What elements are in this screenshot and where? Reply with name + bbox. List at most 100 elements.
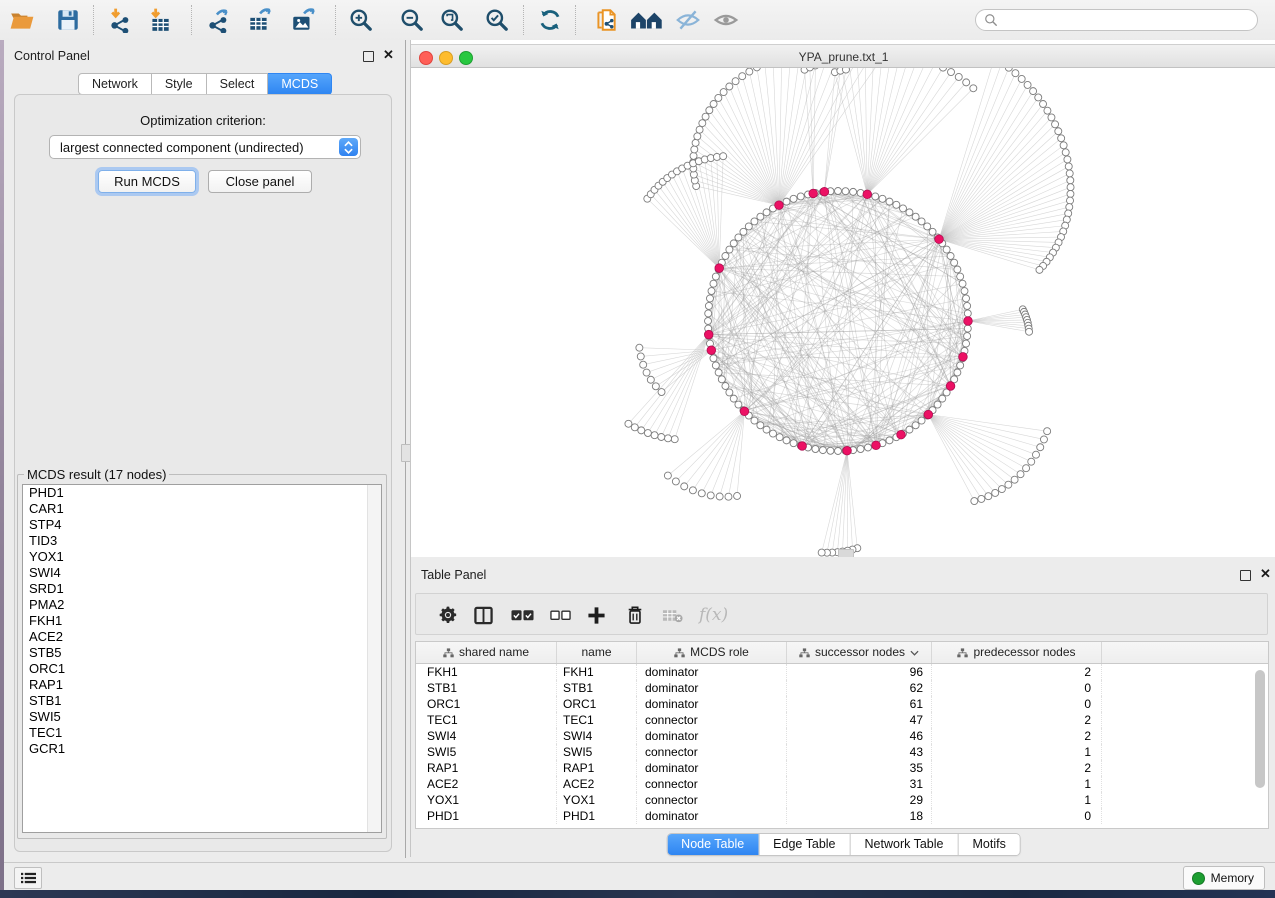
table-scrollbar[interactable] xyxy=(1254,666,1266,826)
mcds-result-item[interactable]: STB1 xyxy=(23,693,381,709)
table-cell: RAP1 xyxy=(557,760,637,776)
task-history-button[interactable] xyxy=(14,867,42,889)
column-header-predecessor-nodes[interactable]: predecessor nodes xyxy=(932,642,1102,663)
memory-button[interactable]: Memory xyxy=(1183,866,1265,890)
table-cell: FKH1 xyxy=(416,664,557,680)
mcds-result-item[interactable]: GCR1 xyxy=(23,741,381,757)
mcds-result-item[interactable]: STP4 xyxy=(23,517,381,533)
mcds-result-item[interactable]: TID3 xyxy=(23,533,381,549)
mcds-result-item[interactable]: SWI4 xyxy=(23,565,381,581)
mcds-result-item[interactable]: RAP1 xyxy=(23,677,381,693)
tab-select[interactable]: Select xyxy=(207,73,269,95)
toolbar-separator xyxy=(335,5,336,35)
search-icon xyxy=(984,13,998,27)
column-header-mcds-role[interactable]: MCDS role xyxy=(637,642,787,663)
refresh-view-icon[interactable] xyxy=(536,6,564,34)
zoom-selected-icon[interactable] xyxy=(483,6,511,34)
table-row[interactable]: SWI4SWI4dominator462 xyxy=(416,728,1268,744)
tab-network-table[interactable]: Network Table xyxy=(850,834,958,855)
mcds-list-scrollbar[interactable] xyxy=(367,485,381,832)
criterion-value: largest connected component (undirected) xyxy=(60,140,304,155)
zoom-out-icon[interactable] xyxy=(398,6,426,34)
hide-selected-icon[interactable] xyxy=(674,6,702,34)
export-image-icon[interactable] xyxy=(289,6,317,34)
mcds-result-item[interactable]: STB5 xyxy=(23,645,381,661)
mcds-result-item[interactable]: SRD1 xyxy=(23,581,381,597)
delete-column-icon[interactable] xyxy=(626,603,644,627)
table-cell-filler xyxy=(1102,760,1268,776)
close-panel-icon[interactable]: ✕ xyxy=(383,50,394,60)
import-table-icon[interactable] xyxy=(146,6,174,34)
function-builder-icon[interactable]: f(x) xyxy=(699,603,728,627)
column-header-successor-nodes[interactable]: successor nodes xyxy=(787,642,932,663)
table-cell-filler xyxy=(1102,776,1268,792)
search-field[interactable] xyxy=(975,9,1258,31)
table-scrollbar-thumb[interactable] xyxy=(1255,670,1265,788)
close-panel-icon[interactable]: ✕ xyxy=(1260,569,1271,579)
column-header-shared-name[interactable]: shared name xyxy=(416,642,557,663)
mcds-result-item[interactable]: TEC1 xyxy=(23,725,381,741)
deselect-all-icon[interactable] xyxy=(550,603,571,627)
mcds-result-list[interactable]: PHD1CAR1STP4TID3YOX1SWI4SRD1PMA2FKH1ACE2… xyxy=(22,484,382,833)
mcds-result-item[interactable]: CAR1 xyxy=(23,501,381,517)
network-canvas[interactable] xyxy=(411,68,1275,557)
table-row[interactable]: SWI5SWI5connector431 xyxy=(416,744,1268,760)
status-bar: Memory xyxy=(4,862,1275,890)
delete-table-icon[interactable] xyxy=(662,603,683,627)
run-mcds-button[interactable]: Run MCDS xyxy=(98,170,196,193)
tab-motifs[interactable]: Motifs xyxy=(957,834,1019,855)
close-panel-button[interactable]: Close panel xyxy=(208,170,312,193)
table-cell: ACE2 xyxy=(416,776,557,792)
zoom-fit-icon[interactable] xyxy=(438,6,466,34)
settings-gear-icon[interactable] xyxy=(438,603,458,627)
mcds-result-item[interactable]: ORC1 xyxy=(23,661,381,677)
zoom-in-icon[interactable] xyxy=(347,6,375,34)
table-cell-filler xyxy=(1102,696,1268,712)
tab-edge-table[interactable]: Edge Table xyxy=(758,834,849,855)
float-window-icon[interactable] xyxy=(1240,570,1251,581)
column-header-filler xyxy=(1102,642,1268,663)
table-row[interactable]: PHD1PHD1dominator180 xyxy=(416,808,1268,824)
mcds-result-box: MCDS result (17 nodes) PHD1CAR1STP4TID3Y… xyxy=(17,467,387,839)
list-icon xyxy=(21,872,36,884)
network-window-titlebar[interactable]: YPA_prune.txt_1 xyxy=(411,44,1275,68)
mcds-result-item[interactable]: SWI5 xyxy=(23,709,381,725)
float-window-icon[interactable] xyxy=(363,51,374,62)
mcds-result-item[interactable]: ACE2 xyxy=(23,629,381,645)
show-selected-icon[interactable] xyxy=(712,6,740,34)
table-row[interactable]: YOX1YOX1connector291 xyxy=(416,792,1268,808)
clone-network-icon[interactable] xyxy=(592,6,620,34)
table-cell: SWI5 xyxy=(416,744,557,760)
table-row[interactable]: TEC1TEC1connector472 xyxy=(416,712,1268,728)
show-all-icon[interactable] xyxy=(628,6,668,34)
mcds-result-item[interactable]: PMA2 xyxy=(23,597,381,613)
table-row[interactable]: ACE2ACE2connector311 xyxy=(416,776,1268,792)
mcds-result-item[interactable]: FKH1 xyxy=(23,613,381,629)
column-layout-icon[interactable] xyxy=(474,603,493,627)
add-column-icon[interactable] xyxy=(587,603,606,627)
export-table-icon[interactable] xyxy=(245,6,273,34)
tab-style[interactable]: Style xyxy=(152,73,207,95)
mcds-result-item[interactable]: PHD1 xyxy=(23,485,381,501)
select-all-icon[interactable] xyxy=(511,603,534,627)
criterion-dropdown[interactable]: largest connected component (undirected) xyxy=(49,135,361,159)
mcds-result-item[interactable]: YOX1 xyxy=(23,549,381,565)
table-cell: 35 xyxy=(787,760,932,776)
search-input[interactable] xyxy=(998,12,1242,28)
table-row[interactable]: ORC1ORC1dominator610 xyxy=(416,696,1268,712)
table-row[interactable]: RAP1RAP1dominator352 xyxy=(416,760,1268,776)
import-network-icon[interactable] xyxy=(106,6,134,34)
tab-network[interactable]: Network xyxy=(78,73,152,95)
vertical-splitter[interactable] xyxy=(400,40,410,858)
column-header-name[interactable]: name xyxy=(557,642,637,663)
table-panel: Table Panel ✕ f(x) shared name name xyxy=(410,557,1275,857)
tab-mcds[interactable]: MCDS xyxy=(268,73,332,95)
open-file-icon[interactable] xyxy=(8,6,36,34)
export-network-icon[interactable] xyxy=(204,6,232,34)
tab-node-table[interactable]: Node Table xyxy=(667,834,758,855)
save-session-icon[interactable] xyxy=(54,6,82,34)
sitemap-icon xyxy=(957,648,968,658)
table-row[interactable]: STB1STB1dominator620 xyxy=(416,680,1268,696)
table-row[interactable]: FKH1FKH1dominator962 xyxy=(416,664,1268,680)
network-graph xyxy=(411,68,1275,557)
